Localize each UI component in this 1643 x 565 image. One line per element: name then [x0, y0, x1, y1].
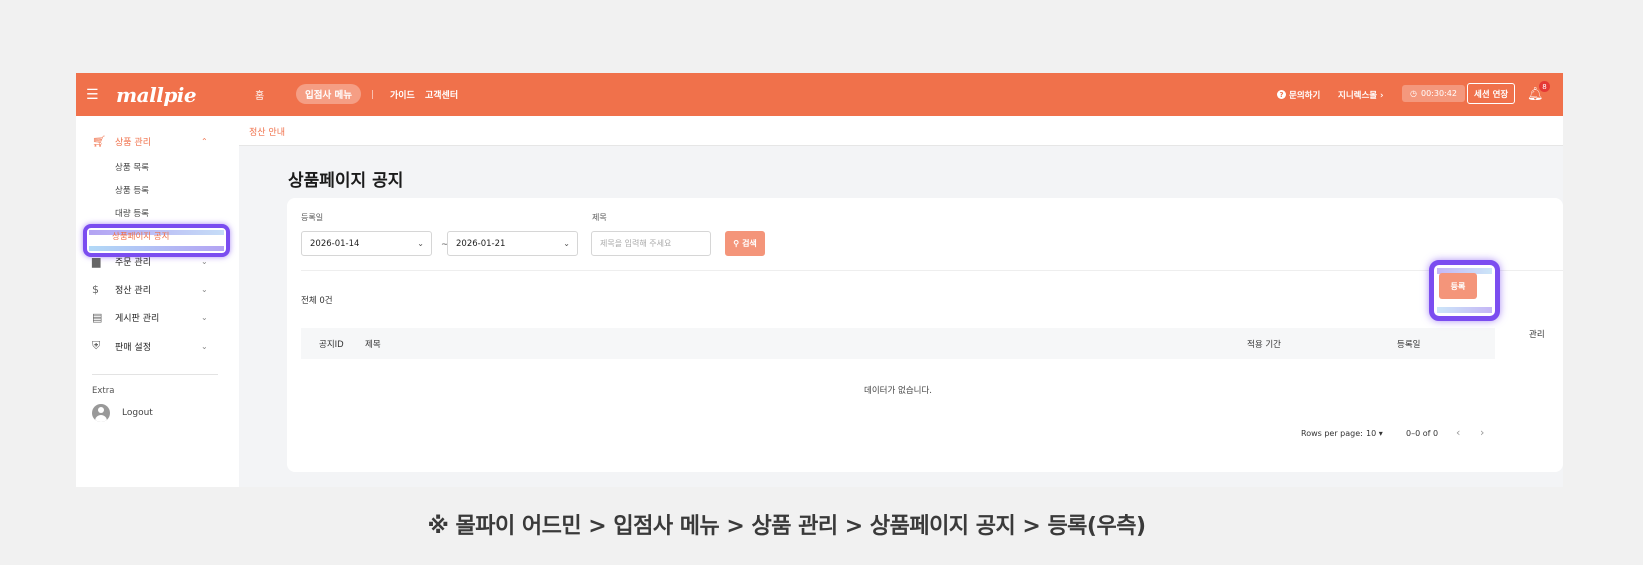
column-header-title: 제목 [365, 340, 381, 350]
shield-gear-icon: ⛨ [92, 339, 101, 352]
sidebar-sub-product-register[interactable]: 상품 등록 [115, 184, 149, 196]
column-header-actions: 관리 [1529, 330, 1545, 340]
sidebar-sub-product-notice[interactable]: 상품페이지 공지 [112, 230, 169, 242]
sidebar-item-label: 정산 관리 [115, 285, 151, 296]
sidebar: 🛒︎ 상품 관리 ⌃ 상품 목록 상품 등록 대량 등록 상품페이지 공지 ▆ … [76, 116, 239, 487]
search-button-label: 검색 [742, 239, 757, 248]
nav-partner-menu[interactable]: 입점사 메뉴 [296, 84, 362, 104]
sidebar-section-extra: Extra [92, 386, 115, 396]
chevron-down-icon: ⌄ [417, 239, 424, 248]
cart-icon: 🛒︎ [92, 134, 106, 148]
sidebar-item-label: 상품 관리 [115, 137, 151, 148]
prev-page-icon[interactable]: ‹ [1456, 426, 1460, 439]
sidebar-item-label: 게시판 관리 [115, 313, 160, 324]
bell-icon[interactable]: 🔔︎ [1527, 73, 1544, 116]
chevron-down-icon: ⌄ [201, 284, 208, 294]
table-header: 공지ID 제목 적용 기간 등록일 [301, 328, 1495, 359]
chevron-up-icon: ⌃ [201, 136, 208, 146]
sidebar-item-label: 판매 설정 [115, 342, 151, 353]
timer-value: 00:30:42 [1420, 89, 1457, 98]
chevron-down-icon: ⌄ [201, 256, 208, 266]
clock-icon: ◷ [1410, 89, 1417, 98]
total-count: 전체 0건 [301, 296, 333, 306]
user-menu[interactable]: 지니렉스몰 › [1338, 73, 1384, 116]
caret-down-icon: ▾ [1378, 429, 1383, 438]
chevron-down-icon: ⌄ [201, 341, 208, 351]
pagination-range: 0–0 of 0 [1406, 429, 1439, 438]
page-title: 상품페이지 공지 [288, 171, 404, 191]
title-search-input[interactable] [591, 231, 711, 256]
sidebar-divider [92, 374, 218, 375]
chevron-down-icon: ⌄ [201, 312, 208, 322]
session-timer: ◷ 00:30:42 [1402, 85, 1465, 102]
nav-support[interactable]: 고객센터 [425, 73, 458, 116]
date-from-input[interactable]: 2026-01-14 ⌄ [301, 231, 432, 256]
bag-icon: ▆ [92, 254, 101, 268]
content-card: 등록일 2026-01-14 ⌄ ~ 2026-01-21 ⌄ 제목 ⚲ 검색 … [287, 198, 1563, 472]
admin-app: ☰ mallpie 홈 입점사 메뉴 | 가이드 고객센터 ? 문의하기 지니렉… [76, 73, 1563, 487]
sidebar-item-product-mgmt[interactable]: 🛒︎ 상품 관리 ⌃ [76, 130, 239, 152]
top-bar: ☰ mallpie 홈 입점사 메뉴 | 가이드 고객센터 ? 문의하기 지니렉… [76, 73, 1563, 116]
date-from-value: 2026-01-14 [310, 238, 360, 249]
hamburger-icon[interactable]: ☰ [86, 73, 99, 116]
breadcrumb-bar: 정산 안내 [239, 116, 1563, 146]
dollar-icon: $ [92, 282, 99, 296]
filter-divider [301, 270, 1563, 271]
extend-session-button[interactable]: 세션 연장 [1467, 83, 1516, 104]
register-button[interactable]: 등록 [1439, 273, 1477, 299]
logout-button[interactable]: Logout [92, 402, 153, 424]
empty-table-message: 데이터가 없습니다. [864, 386, 932, 396]
chevron-down-icon: ⌄ [563, 239, 570, 248]
question-icon: ? [1277, 90, 1286, 99]
title-filter-label: 제목 [592, 213, 607, 222]
search-icon: ⚲ [733, 239, 740, 248]
rows-per-page-value: 10 [1366, 429, 1377, 438]
avatar-icon [92, 404, 110, 422]
sidebar-sub-product-list[interactable]: 상품 목록 [115, 161, 149, 173]
sidebar-item-order-mgmt[interactable]: ▆ 주문 관리 ⌄ [76, 250, 239, 272]
logout-label: Logout [122, 408, 153, 418]
sidebar-item-board-mgmt[interactable]: ▤ 게시판 관리 ⌄ [76, 306, 239, 328]
rows-per-page-label: Rows per page: [1301, 429, 1363, 438]
search-button[interactable]: ⚲ 검색 [725, 231, 765, 256]
rows-per-page-select[interactable]: 10 ▾ [1366, 429, 1383, 438]
date-to-input[interactable]: 2026-01-21 ⌄ [447, 231, 578, 256]
caption: ※ 몰파이 어드민 > 입점사 메뉴 > 상품 관리 > 상품페이지 공지 > … [427, 514, 1146, 539]
sidebar-item-settlement-mgmt[interactable]: $ 정산 관리 ⌄ [76, 278, 239, 300]
sidebar-item-label: 주문 관리 [115, 257, 151, 268]
column-header-period: 적용 기간 [1247, 340, 1281, 350]
sidebar-sub-bulk-register[interactable]: 대량 등록 [115, 207, 149, 219]
board-icon: ▤ [92, 310, 103, 324]
nav-guide[interactable]: 가이드 [390, 73, 415, 116]
logo[interactable]: mallpie [116, 73, 197, 116]
column-header-notice-id: 공지ID [319, 340, 344, 350]
column-header-registered: 등록일 [1397, 340, 1421, 350]
inquiry-label: 문의하기 [1289, 90, 1321, 101]
date-to-value: 2026-01-21 [456, 238, 506, 249]
sidebar-item-sales-settings[interactable]: ⛨ 판매 설정 ⌄ [76, 335, 239, 357]
breadcrumb[interactable]: 정산 안내 [249, 125, 285, 138]
nav-separator: | [371, 89, 375, 100]
inquiry-link[interactable]: ? 문의하기 [1277, 73, 1320, 116]
nav-home[interactable]: 홈 [255, 73, 264, 116]
next-page-icon[interactable]: › [1480, 426, 1484, 439]
date-filter-label: 등록일 [301, 213, 324, 222]
notification-badge: 8 [1539, 81, 1550, 92]
